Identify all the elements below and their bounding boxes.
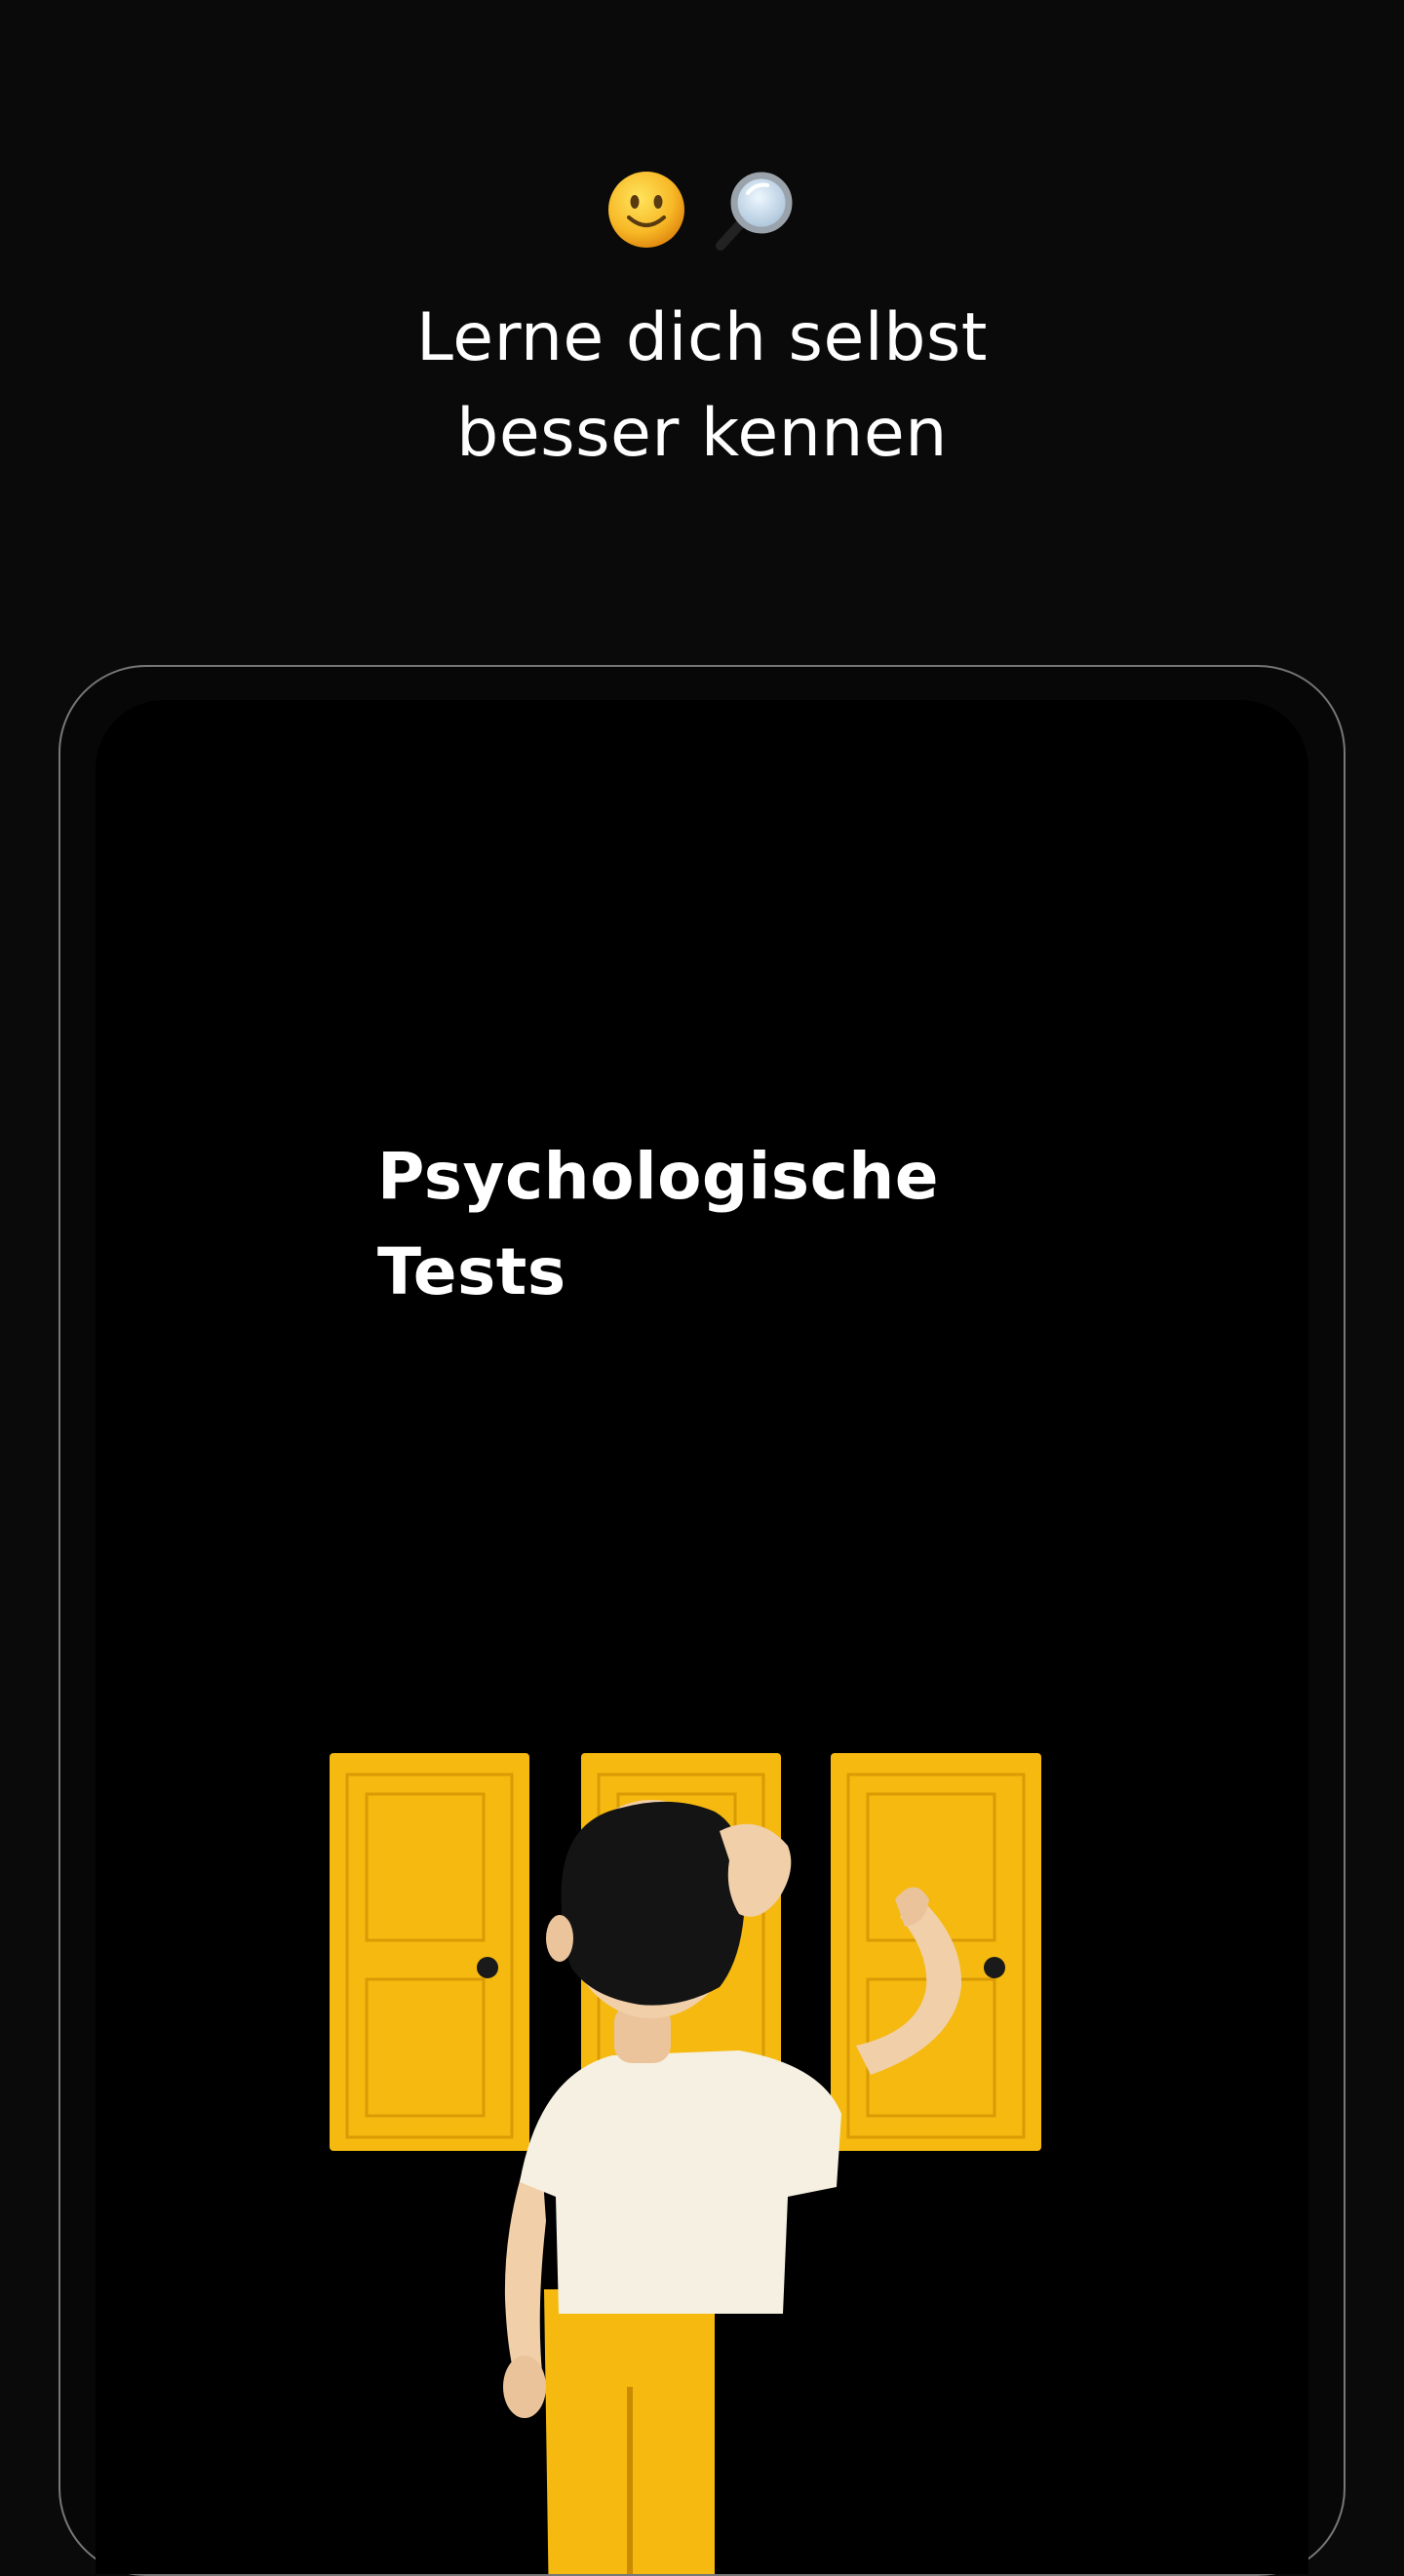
card-title: Psychologische Tests [377,1129,939,1320]
magnifying-glass-icon [711,166,799,254]
emoji-row [0,156,1404,263]
headline-line-1: Lerne dich selbst [416,299,988,376]
doors-illustration [330,1753,1090,2574]
phone-screen: Psychologische Tests [96,700,1308,2574]
header: Lerne dich selbst besser kennen [0,156,1404,482]
smiling-face-icon [605,169,687,251]
phone-frame: Psychologische Tests [58,665,1346,2576]
door-left [330,1753,529,2151]
card-title-line-2: Tests [377,1234,566,1309]
card-title-line-1: Psychologische [377,1139,939,1214]
headline: Lerne dich selbst besser kennen [0,291,1404,482]
headline-line-2: besser kennen [456,395,948,472]
